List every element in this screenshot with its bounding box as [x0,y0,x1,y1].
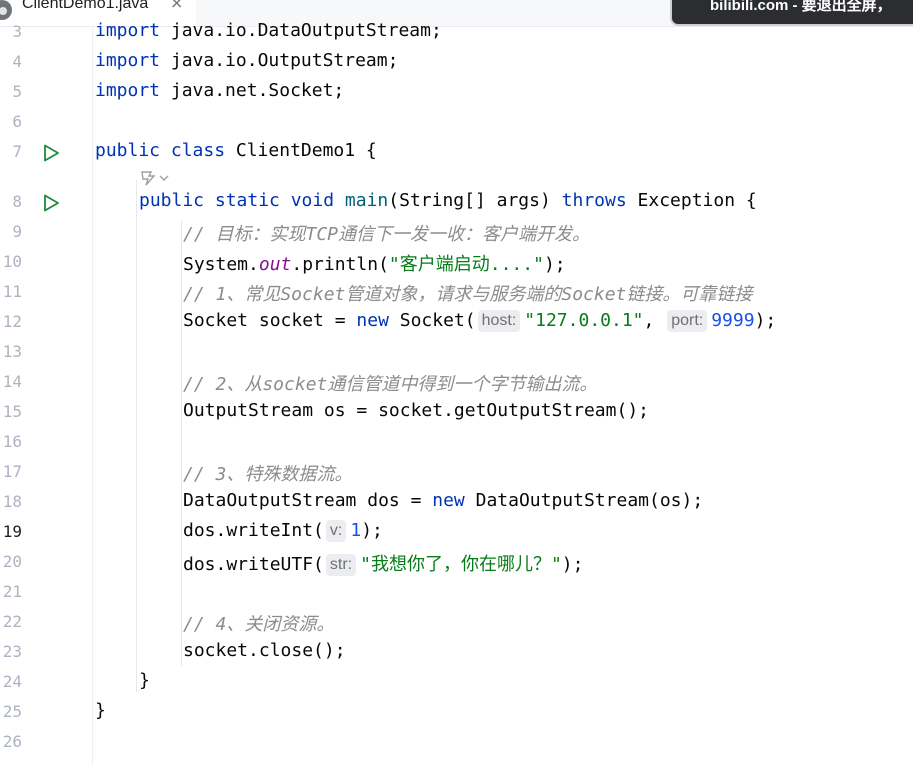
code-text[interactable]: import java.io.DataOutputStream; [95,20,442,41]
line-number: 10 [2,252,22,271]
code-text[interactable]: DataOutputStream dos = new DataOutputStr… [183,490,703,511]
line-number: 7 [12,142,22,161]
code-line: 15 OutputStream os = socket.getOutputStr… [0,397,913,427]
code-line: 13 [0,337,913,367]
code-line: 11 // 1、常见Socket管道对象，请求与服务端的Socket链接。可靠链… [0,277,913,307]
tab-title[interactable]: ClientDemo1.java [22,0,148,13]
code-line: 24 } [0,667,913,697]
code-line: 17 // 3、特殊数据流。 [0,457,913,487]
line-number: 18 [2,492,22,511]
line-number: 14 [2,372,22,391]
parameter-hint: host: [477,310,521,332]
code-comment[interactable]: // 3、特殊数据流。 [183,460,352,486]
line-number: 22 [2,612,22,631]
run-icon[interactable] [41,143,61,163]
code-line: 25 } [0,697,913,727]
code-line: 22 // 4、关闭资源。 [0,607,913,637]
code-line: 14 // 2、从socket通信管道中得到一个字节输出流。 [0,367,913,397]
line-number: 12 [2,312,22,331]
code-line: 5 import java.net.Socket; [0,77,913,107]
parameter-hint: v: [325,520,347,542]
line-number: 8 [12,192,22,211]
code-line: 7 public class ClientDemo1 { [0,137,913,167]
code-comment[interactable]: // 目标：实现TCP通信下一发一收：客户端开发。 [183,220,590,246]
code-line: 16 [0,427,913,457]
code-line: 4 import java.io.OutputStream; [0,47,913,77]
code-line: 12 Socket socket = new Socket(host: "127.… [0,307,913,337]
code-text[interactable]: public class ClientDemo1 { [95,140,377,161]
code-text[interactable]: dos.writeUTF(str: "我想你了，你在哪儿？"); [183,550,583,576]
code-line: 10 System.out.println("客户端启动...."); [0,247,913,277]
line-number: 3 [12,22,22,41]
parameter-hint: port: [667,310,708,332]
code-text[interactable]: public static void main(String[] args) t… [139,190,757,211]
line-number: 20 [2,552,22,571]
code-comment[interactable]: // 2、从socket通信管道中得到一个字节输出流。 [183,370,597,396]
code-comment[interactable]: // 1、常见Socket管道对象，请求与服务端的Socket链接。可靠链接 [183,280,752,306]
code-text[interactable]: System.out.println("客户端启动...."); [183,250,566,276]
code-line: 6 [0,107,913,137]
line-number: 9 [12,222,22,241]
code-text[interactable]: } [95,700,106,721]
code-text[interactable]: OutputStream os = socket.getOutputStream… [183,400,649,421]
code-text[interactable]: import java.io.OutputStream; [95,50,398,71]
code-line: 18 DataOutputStream dos = new DataOutput… [0,487,913,517]
code-line: 9 // 目标：实现TCP通信下一发一收：客户端开发。 [0,217,913,247]
line-number: 16 [2,432,22,451]
code-text[interactable]: socket.close(); [183,640,346,661]
line-number: 17 [2,462,22,481]
line-number: 19 [2,522,22,541]
code-text[interactable]: } [139,670,150,691]
close-icon[interactable]: × [170,0,183,12]
code-line: 21 [0,577,913,607]
line-number: 13 [2,342,22,361]
code-line: 8 public static void main(String[] args)… [0,187,913,217]
line-number: 15 [2,402,22,421]
code-line: 20 dos.writeUTF(str: "我想你了，你在哪儿？"); [0,547,913,577]
line-number: 25 [2,702,22,721]
line-number: 5 [12,82,22,101]
line-number: 24 [2,672,22,691]
line-number: 23 [2,642,22,661]
run-icon[interactable] [41,193,61,213]
code-line: 3 import java.io.DataOutputStream; [0,17,913,47]
parameter-hint: str: [325,554,357,576]
line-number: 26 [2,732,22,751]
line-number: 4 [12,52,22,71]
notification-text: bilibili.com - 要退出全屏， [710,0,892,14]
code-text[interactable]: import java.net.Socket; [95,80,344,101]
ai-assistant-icon[interactable] [138,167,174,189]
code-line-active: 19 dos.writeInt(v: 1); [0,517,913,547]
code-text[interactable]: dos.writeInt(v: 1); [183,520,383,542]
line-number: 6 [12,112,22,131]
line-number: 21 [2,582,22,601]
code-line: 23 socket.close(); [0,637,913,667]
code-line: 26 [0,727,913,757]
code-text[interactable]: Socket socket = new Socket(host: "127.0.0… [183,310,776,332]
code-comment[interactable]: // 4、关闭资源。 [183,610,334,636]
line-number: 11 [2,282,22,301]
